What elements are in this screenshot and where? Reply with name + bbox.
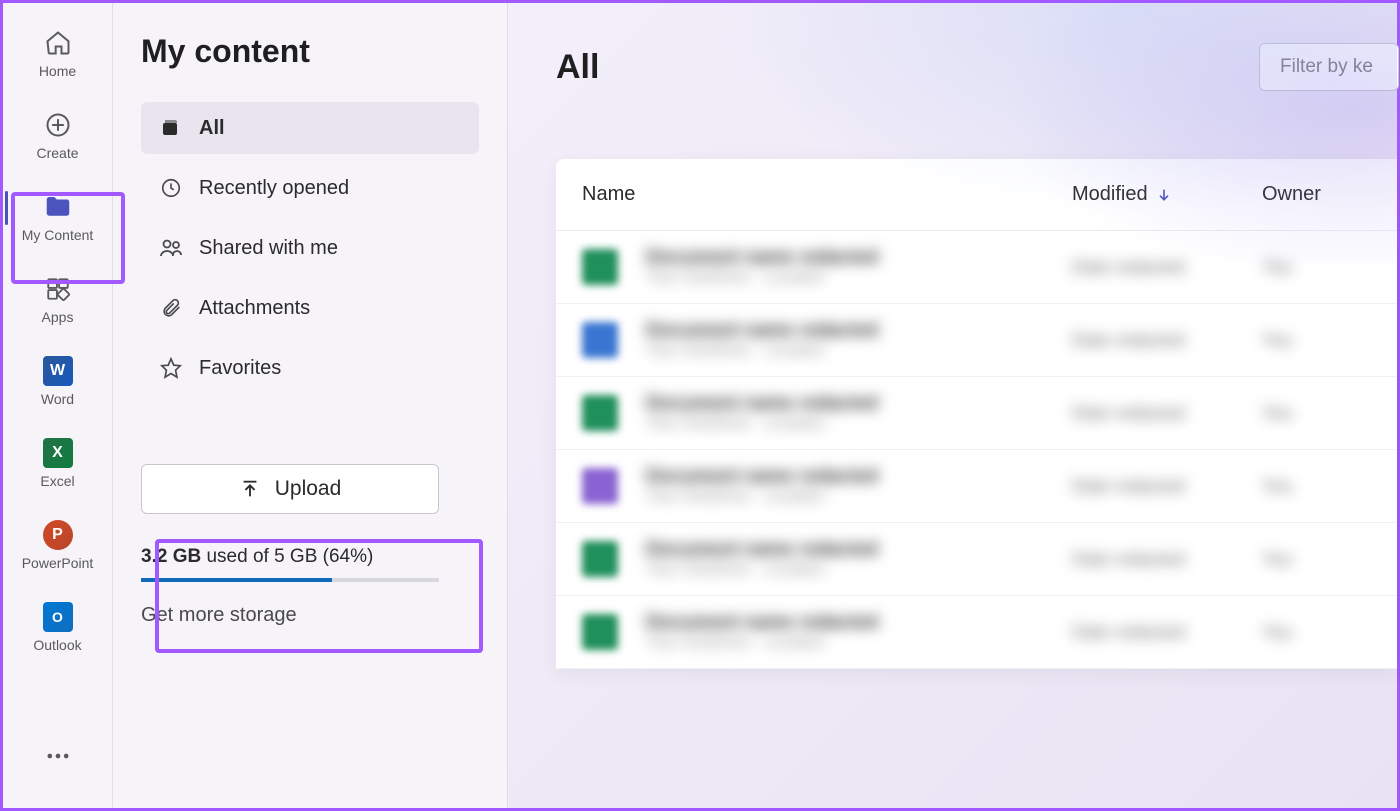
file-modified-cell: Date redacted xyxy=(1072,403,1262,424)
column-owner[interactable]: Owner xyxy=(1262,183,1371,206)
filter-recent[interactable]: Recently opened xyxy=(141,162,479,214)
storage-rest: used of 5 GB (64%) xyxy=(201,546,373,567)
storage-used: 3.2 GB xyxy=(141,546,201,567)
storage-fill xyxy=(141,578,332,582)
nav-outlook-label: Outlook xyxy=(33,637,81,653)
file-type-icon xyxy=(582,322,618,358)
filter-attachments-label: Attachments xyxy=(199,297,310,320)
star-icon xyxy=(159,356,183,380)
upload-section: Upload 3.2 GB used of 5 GB (64%) Get mor… xyxy=(141,464,479,627)
panel-title: My content xyxy=(141,33,479,70)
stack-icon xyxy=(159,116,183,140)
clock-icon xyxy=(159,176,183,200)
nav-rail: Home Create My Content Apps W Word X Ex xyxy=(3,3,113,808)
storage-info: 3.2 GB used of 5 GB (64%) xyxy=(141,546,479,568)
file-modified-cell: Date redacted xyxy=(1072,476,1262,497)
filter-attachments[interactable]: Attachments xyxy=(141,282,479,334)
nav-home[interactable]: Home xyxy=(3,23,112,83)
paperclip-icon xyxy=(159,296,183,320)
file-type-icon xyxy=(582,395,618,431)
column-name[interactable]: Name xyxy=(582,183,1072,206)
main-header: All xyxy=(556,43,1397,91)
nav-word[interactable]: W Word xyxy=(3,351,112,411)
file-owner-cell: You xyxy=(1262,476,1371,497)
nav-create-label: Create xyxy=(36,145,78,161)
file-owner-cell: You xyxy=(1262,257,1371,278)
file-modified-cell: Date redacted xyxy=(1072,622,1262,643)
outlook-icon: O xyxy=(42,601,74,633)
filter-favorites[interactable]: Favorites xyxy=(141,342,479,394)
file-name-cell: Document name redacted Your OneDrive · L… xyxy=(646,539,1072,579)
storage-bar xyxy=(141,578,439,582)
nav-my-content[interactable]: My Content xyxy=(3,187,112,247)
nav-powerpoint-label: PowerPoint xyxy=(22,555,94,571)
file-owner-cell: You xyxy=(1262,330,1371,351)
table-row[interactable]: Document name redacted Your OneDrive · L… xyxy=(556,377,1397,450)
filter-favorites-label: Favorites xyxy=(199,357,281,380)
people-icon xyxy=(159,236,183,260)
powerpoint-icon: P xyxy=(42,519,74,551)
table-row[interactable]: Document name redacted Your OneDrive · L… xyxy=(556,304,1397,377)
nav-word-label: Word xyxy=(41,391,74,407)
table-row[interactable]: Document name redacted Your OneDrive · L… xyxy=(556,596,1397,669)
file-owner-cell: You xyxy=(1262,622,1371,643)
nav-outlook[interactable]: O Outlook xyxy=(3,597,112,657)
upload-icon xyxy=(239,478,261,500)
column-modified-label: Modified xyxy=(1072,183,1148,206)
table-row[interactable]: Document name redacted Your OneDrive · L… xyxy=(556,523,1397,596)
file-type-icon xyxy=(582,249,618,285)
get-more-storage-link[interactable]: Get more storage xyxy=(141,604,479,627)
ellipsis-icon xyxy=(44,742,72,770)
file-modified-cell: Date redacted xyxy=(1072,257,1262,278)
table-row[interactable]: Document name redacted Your OneDrive · L… xyxy=(556,231,1397,304)
main-content: All Name Modified Owner Document name re… xyxy=(508,3,1397,808)
filter-recent-label: Recently opened xyxy=(199,177,349,200)
nav-excel-label: Excel xyxy=(40,473,74,489)
filter-shared[interactable]: Shared with me xyxy=(141,222,479,274)
file-type-icon xyxy=(582,468,618,504)
excel-icon: X xyxy=(42,437,74,469)
nav-apps[interactable]: Apps xyxy=(3,269,112,329)
plus-circle-icon xyxy=(42,109,74,141)
file-table: Name Modified Owner Document name redact… xyxy=(556,159,1397,669)
file-name-cell: Document name redacted Your OneDrive · L… xyxy=(646,247,1072,287)
file-modified-cell: Date redacted xyxy=(1072,330,1262,351)
file-owner-cell: You xyxy=(1262,403,1371,424)
file-name-cell: Document name redacted Your OneDrive · L… xyxy=(646,393,1072,433)
filter-keyword-input[interactable] xyxy=(1259,43,1399,91)
nav-overflow[interactable] xyxy=(44,742,72,788)
main-heading: All xyxy=(556,48,599,87)
upload-label: Upload xyxy=(275,477,342,501)
filter-list: All Recently opened Shared with me Attac… xyxy=(141,102,479,394)
apps-icon xyxy=(42,273,74,305)
nav-create[interactable]: Create xyxy=(3,105,112,165)
nav-apps-label: Apps xyxy=(42,309,74,325)
filter-shared-label: Shared with me xyxy=(199,237,338,260)
file-type-icon xyxy=(582,614,618,650)
table-header-row: Name Modified Owner xyxy=(556,159,1397,231)
home-icon xyxy=(42,27,74,59)
nav-home-label: Home xyxy=(39,63,76,79)
file-name-cell: Document name redacted Your OneDrive · L… xyxy=(646,320,1072,360)
file-name-cell: Document name redacted Your OneDrive · L… xyxy=(646,466,1072,506)
file-type-icon xyxy=(582,541,618,577)
column-modified[interactable]: Modified xyxy=(1072,183,1262,206)
table-row[interactable]: Document name redacted Your OneDrive · L… xyxy=(556,450,1397,523)
nav-powerpoint[interactable]: P PowerPoint xyxy=(3,515,112,575)
upload-button[interactable]: Upload xyxy=(141,464,439,514)
sort-down-icon xyxy=(1156,187,1172,203)
filter-all[interactable]: All xyxy=(141,102,479,154)
file-name-cell: Document name redacted Your OneDrive · L… xyxy=(646,612,1072,652)
filter-all-label: All xyxy=(199,117,225,140)
file-owner-cell: You xyxy=(1262,549,1371,570)
file-modified-cell: Date redacted xyxy=(1072,549,1262,570)
nav-my-content-label: My Content xyxy=(22,227,94,243)
my-content-panel: My content All Recently opened Shared wi… xyxy=(113,3,508,808)
nav-excel[interactable]: X Excel xyxy=(3,433,112,493)
word-icon: W xyxy=(42,355,74,387)
folder-icon xyxy=(42,191,74,223)
